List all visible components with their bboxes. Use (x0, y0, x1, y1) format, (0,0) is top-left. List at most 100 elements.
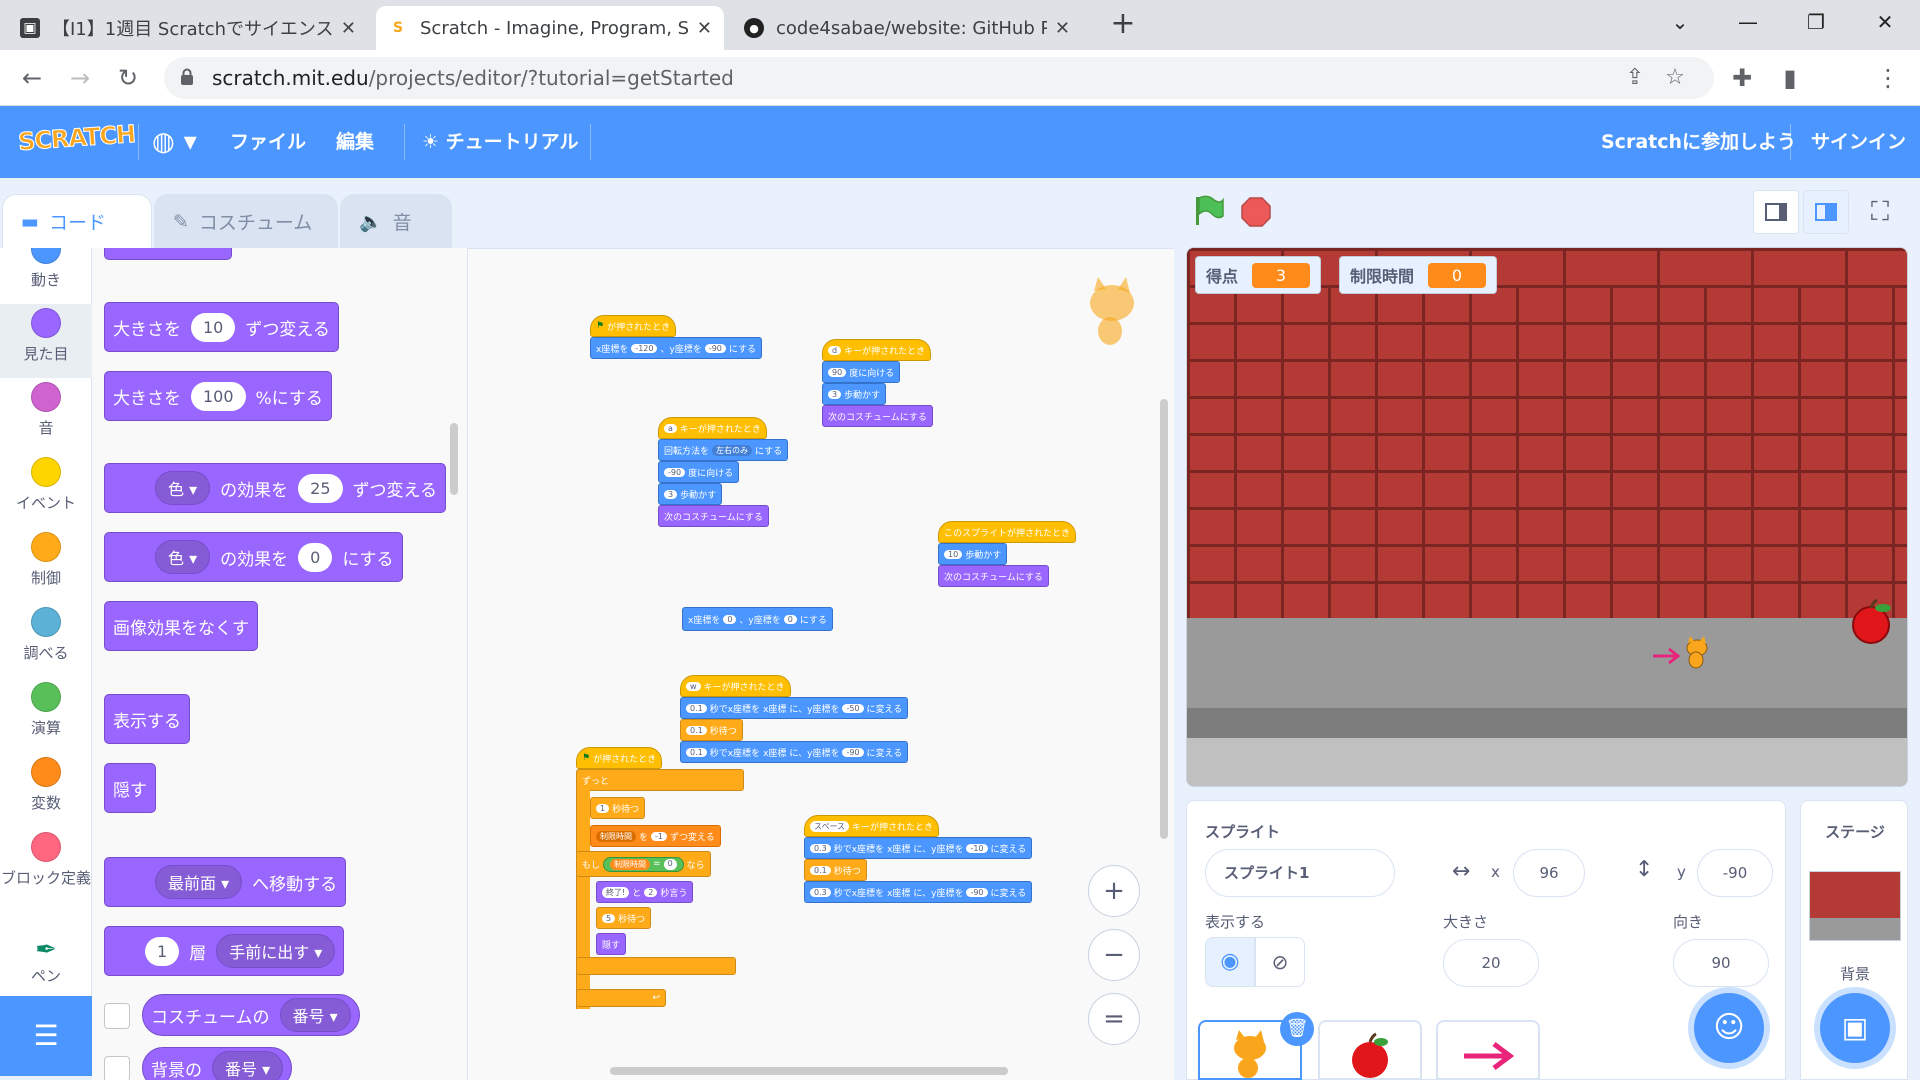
script7-forever[interactable]: ずっと (576, 769, 744, 791)
category-looks[interactable]: 見た目 (0, 304, 92, 378)
menu-edit[interactable]: 編集 (336, 106, 374, 178)
apple-sprite[interactable] (1847, 598, 1895, 646)
url-field[interactable]: scratch.mit.edu/projects/editor/?tutoria… (164, 57, 1714, 99)
script4-hat[interactable]: このスプライトが押されたとき (938, 521, 1077, 543)
category-events[interactable]: イベント (0, 453, 92, 527)
block-change-size[interactable]: 大きさを 10 ずつ変える (104, 302, 339, 352)
category-variables[interactable]: 変数 (0, 753, 92, 827)
sign-in-link[interactable]: サインイン (1811, 106, 1906, 178)
script7-if[interactable]: もし 制限時間 = 0 なら (576, 851, 711, 877)
block-go-to-layer[interactable]: 最前面 ▾ へ移動する (104, 857, 347, 907)
block-hide[interactable]: 隠す (104, 763, 156, 813)
script8-glide1[interactable]: 0.3 秒でx座標を x座標 に、y座標を -10 に変える (804, 837, 1033, 859)
script6-hat[interactable]: w キーが押されたとき (680, 675, 791, 697)
category-sound[interactable]: 音 (0, 378, 92, 452)
script2-hat[interactable]: d キーが押されたとき (822, 339, 932, 361)
script6-glide2[interactable]: 0.1 秒でx座標を x座標 に、y座標を -90 に変える (680, 741, 909, 763)
layer-direction-dropdown[interactable]: 手前に出す ▾ (216, 934, 336, 968)
stop-button[interactable] (1240, 196, 1272, 232)
delete-sprite-trash-icon[interactable]: 🗑 (1280, 1012, 1314, 1046)
close-icon[interactable]: ✕ (1055, 18, 1070, 39)
scratch-logo[interactable]: SCRATCH (17, 119, 137, 156)
block-partial[interactable] (104, 248, 232, 260)
share-icon[interactable]: ⇪ (1622, 65, 1648, 91)
close-window-icon[interactable]: ✕ (1850, 0, 1920, 44)
hide-sprite-eye-icon[interactable]: ⊘ (1255, 937, 1305, 987)
tab-sounds[interactable]: 🔈 音 (340, 194, 452, 248)
tab-costumes[interactable]: ✎ コスチューム (154, 194, 338, 248)
script7-wait[interactable]: 1 秒待つ (590, 797, 646, 819)
sprite-name-input[interactable]: スプライト1 (1205, 849, 1395, 897)
script7-hide[interactable]: 隠す (596, 933, 627, 955)
y-position-input[interactable]: -90 (1697, 849, 1773, 897)
script7-wait2[interactable]: 5 秒待つ (596, 907, 652, 929)
script2-point[interactable]: 90 度に向ける (822, 361, 901, 383)
zoom-reset-button[interactable]: = (1088, 993, 1140, 1045)
costume-number-checkbox[interactable] (104, 1003, 130, 1029)
effect-dropdown[interactable]: 色 ▾ (155, 540, 211, 574)
choose-sprite-button[interactable]: ☺ (1694, 993, 1764, 1063)
block-input[interactable]: 10 (191, 312, 236, 342)
category-operators[interactable]: 演算 (0, 678, 92, 752)
block-input[interactable]: 1 (145, 936, 180, 966)
x-position-input[interactable]: 96 (1513, 849, 1585, 897)
block-show[interactable]: 表示する (104, 694, 190, 744)
script7-say[interactable]: 終了! と 2 秒言う (596, 881, 694, 903)
script1-hat[interactable]: ⚑ が押されたとき (590, 315, 677, 337)
script-scrollbar-horizontal[interactable] (610, 1067, 1008, 1075)
monitor-score[interactable]: 得点 3 (1195, 256, 1322, 294)
block-input[interactable]: 100 (191, 381, 246, 411)
effect-dropdown[interactable]: 色 ▾ (155, 471, 211, 505)
reload-icon[interactable]: ↻ (110, 60, 146, 96)
category-sensing[interactable]: 調べる (0, 603, 92, 677)
script8-glide2[interactable]: 0.3 秒でx座標を x座標 に、y座標を -90 に変える (804, 881, 1033, 903)
size-input[interactable]: 20 (1443, 939, 1539, 987)
block-input[interactable]: 0 (298, 542, 333, 572)
script1-goto[interactable]: x座標を -120 、y座標を -90 にする (590, 337, 762, 359)
script3-hat[interactable]: a キーが押されたとき (658, 417, 767, 439)
equals-operator[interactable]: 制限時間 = 0 (603, 856, 684, 872)
script7-change-var[interactable]: 制限時間を -1 ずつ変える (590, 825, 721, 847)
zoom-out-button[interactable]: − (1088, 929, 1140, 981)
choose-backdrop-button[interactable]: ▣ (1820, 993, 1890, 1063)
minimize-icon[interactable]: — (1713, 0, 1783, 44)
script4-next-costume[interactable]: 次のコスチュームにする (938, 565, 1049, 587)
menu-tutorial[interactable]: ☀ チュートリアル (422, 106, 578, 178)
stage-backdrop-thumbnail[interactable] (1809, 871, 1901, 941)
script4-move[interactable]: 10 歩動かす (938, 543, 1008, 565)
browser-tab-2[interactable]: S Scratch - Imagine, Program, Shar ✕ (376, 6, 724, 50)
close-icon[interactable]: ✕ (697, 18, 712, 39)
restore-icon[interactable]: ❐ (1781, 0, 1851, 44)
close-icon[interactable]: ✕ (341, 18, 356, 39)
layer-dropdown[interactable]: 最前面 ▾ (155, 865, 243, 899)
back-icon[interactable]: ← (14, 60, 50, 96)
browser-menu-icon[interactable]: ⋮ (1870, 60, 1906, 96)
menu-file[interactable]: ファイル (230, 106, 306, 178)
zoom-in-button[interactable]: + (1088, 865, 1140, 917)
script2-move[interactable]: 3 歩動かす (822, 383, 887, 405)
script3-point[interactable]: -90 度に向ける (658, 461, 740, 483)
show-sprite-eye-icon[interactable]: ◉ (1205, 937, 1255, 987)
join-scratch-link[interactable]: Scratchに参加しよう (1601, 106, 1796, 178)
script3-move[interactable]: 3 歩動かす (658, 483, 723, 505)
block-set-effect[interactable]: 色 ▾ の効果を 0 にする (104, 532, 403, 582)
arrow-sprite[interactable] (1651, 646, 1683, 666)
green-flag-button[interactable] (1192, 194, 1226, 232)
cat-sprite[interactable] (1681, 636, 1713, 670)
large-stage-button[interactable] (1803, 190, 1849, 234)
block-go-layers[interactable]: 1 層 手前に出す ▾ (104, 926, 345, 976)
script3-next-costume[interactable]: 次のコスチュームにする (658, 505, 769, 527)
backdrop-dropdown[interactable]: 番号 ▾ (212, 1051, 284, 1080)
script7-hat[interactable]: ⚑ が押されたとき (576, 747, 663, 769)
browser-tab-3[interactable]: ● code4sabae/website: GitHub Pag ✕ (732, 6, 1082, 50)
direction-input[interactable]: 90 (1673, 939, 1769, 987)
script8-hat[interactable]: スペース キーが押されたとき (804, 815, 940, 837)
browser-tab-1[interactable]: ▣ 【I1】1週目 Scratchでサイエンスアート ✕ (8, 6, 368, 50)
extensions-icon[interactable]: ✚ (1724, 60, 1760, 96)
block-clear-effects[interactable]: 画像効果をなくす (104, 601, 258, 651)
script8-wait[interactable]: 0.1 秒待つ (804, 859, 867, 881)
language-globe-icon[interactable]: ◍ ▾ (152, 106, 197, 178)
tab-search-icon[interactable]: ⌄ (1645, 0, 1715, 44)
sprite-tile-apple[interactable] (1318, 1020, 1422, 1080)
monitor-time-limit[interactable]: 制限時間 0 (1339, 256, 1498, 294)
